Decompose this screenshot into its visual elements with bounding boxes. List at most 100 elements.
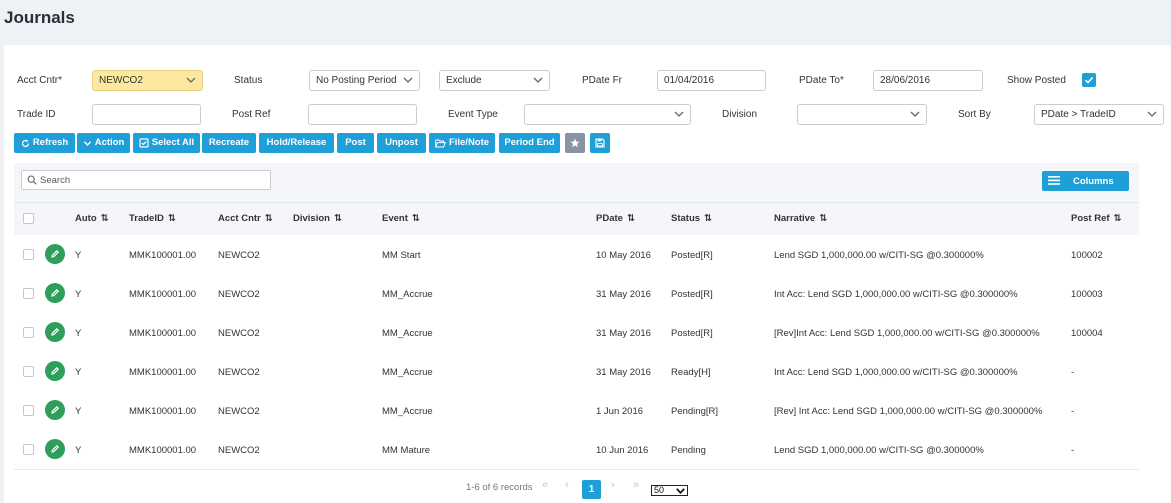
recreate-label: Recreate <box>208 137 250 148</box>
cell-post-ref: 100004 <box>1071 328 1103 339</box>
column-header-status[interactable]: Status ⇅ <box>671 213 712 224</box>
column-header-auto[interactable]: Auto ⇅ <box>75 213 109 224</box>
edit-row-button[interactable] <box>45 361 65 381</box>
column-header-division[interactable]: Division ⇅ <box>293 213 342 224</box>
chevron-down-icon <box>186 77 196 83</box>
exclude-select[interactable]: Exclude <box>439 70 550 91</box>
columns-button[interactable]: Columns <box>1042 171 1129 191</box>
division-select[interactable] <box>797 104 927 125</box>
trade-id-input[interactable] <box>92 104 201 125</box>
pencil-icon <box>51 327 60 336</box>
table-row[interactable]: Y MMK100001.00 NEWCO2 MM Mature 10 Jun 2016 P… <box>14 430 1139 470</box>
search-placeholder: Search <box>40 175 71 186</box>
file-note-button[interactable]: File/Note <box>429 133 495 153</box>
post-label: Post <box>345 137 366 148</box>
search-input[interactable]: Search <box>21 170 271 190</box>
chevron-down-icon <box>1147 111 1157 117</box>
column-header-status-label: Status <box>671 213 701 224</box>
cell-narrative: Lend SGD 1,000,000.00 w/CITI-SG @0.30000… <box>774 250 984 261</box>
table-row[interactable]: Y MMK100001.00 NEWCO2 MM_Accrue 1 Jun 2016 Pe… <box>14 391 1139 431</box>
edit-row-button[interactable] <box>45 322 65 342</box>
acct-cntr-select[interactable]: NEWCO2 <box>92 70 203 91</box>
hold-release-button[interactable]: Hold/Release <box>259 133 334 153</box>
refresh-button[interactable]: Refresh <box>14 133 75 153</box>
row-checkbox[interactable] <box>23 366 34 377</box>
action-button[interactable]: Action <box>77 133 130 153</box>
cell-pdate: 1 Jun 2016 <box>596 406 644 417</box>
column-header-narrative[interactable]: Narrative ⇅ <box>774 213 827 224</box>
select-all-label: Select All <box>151 137 195 148</box>
column-header-pdate[interactable]: PDate ⇅ <box>596 213 635 224</box>
previous-page-button[interactable]: ‹ <box>565 479 569 491</box>
column-header-pdate-label: PDate <box>596 213 623 224</box>
page-size-value: 50 <box>654 485 665 495</box>
row-checkbox[interactable] <box>23 327 34 338</box>
journals-grid: Search Columns Auto ⇅ TradeID ⇅ Acct Cntr ⇅… <box>14 163 1139 470</box>
exclude-value: Exclude <box>446 75 482 86</box>
column-header-post-ref-label: Post Ref <box>1071 213 1110 224</box>
period-end-button[interactable]: Period End <box>499 133 560 153</box>
page-size-select[interactable]: 50 <box>651 485 688 496</box>
edit-row-button[interactable] <box>45 244 65 264</box>
next-page-button[interactable]: › <box>611 479 615 491</box>
page-button-current[interactable]: 1 <box>582 480 601 499</box>
column-header-acct-cntr[interactable]: Acct Cntr ⇅ <box>218 213 273 224</box>
event-type-select[interactable] <box>524 104 691 125</box>
show-posted-checkbox[interactable] <box>1082 73 1096 87</box>
column-header-narrative-label: Narrative <box>774 213 816 224</box>
column-header-post-ref[interactable]: Post Ref ⇅ <box>1071 213 1122 224</box>
pdate-fr-input[interactable]: 01/04/2016 <box>657 70 766 91</box>
pdate-to-label: PDate To* <box>799 75 844 86</box>
show-posted-label: Show Posted <box>1007 75 1066 86</box>
row-checkbox[interactable] <box>23 405 34 416</box>
cell-event: MM_Accrue <box>382 289 433 300</box>
cell-pdate: 10 Jun 2016 <box>596 445 649 456</box>
cell-trade-id: MMK100001.00 <box>129 445 197 456</box>
cell-narrative: [Rev]Int Acc: Lend SGD 1,000,000.00 w/CI… <box>774 328 1040 339</box>
recreate-button[interactable]: Recreate <box>202 133 256 153</box>
cell-auto: Y <box>75 250 82 261</box>
row-checkbox[interactable] <box>23 288 34 299</box>
column-header-trade-id-label: TradeID <box>129 213 164 224</box>
period-end-label: Period End <box>504 137 555 148</box>
folder-open-icon <box>435 139 446 147</box>
table-row[interactable]: Y MMK100001.00 NEWCO2 MM_Accrue 31 May 2016 P… <box>14 313 1139 353</box>
unpost-button[interactable]: Unpost <box>377 133 426 153</box>
column-header-trade-id[interactable]: TradeID ⇅ <box>129 213 176 224</box>
column-header-event[interactable]: Event ⇅ <box>382 213 420 224</box>
pencil-icon <box>51 249 60 258</box>
sort-by-select[interactable]: PDate > TradeID <box>1034 104 1164 125</box>
edit-row-button[interactable] <box>45 400 65 420</box>
cell-event: MM Start <box>382 250 421 261</box>
cell-acct-cntr: NEWCO2 <box>218 445 260 456</box>
select-all-rows-checkbox[interactable] <box>23 213 34 224</box>
cell-narrative: [Rev] Int Acc: Lend SGD 1,000,000.00 w/C… <box>774 406 1043 417</box>
first-page-button[interactable]: « <box>542 479 548 491</box>
cell-status: Posted[R] <box>671 328 713 339</box>
cell-auto: Y <box>75 406 82 417</box>
pdate-to-input[interactable]: 28/06/2016 <box>873 70 983 91</box>
favorite-button[interactable] <box>565 133 585 153</box>
status-select[interactable]: No Posting Period <box>309 70 420 91</box>
check-square-icon <box>139 138 149 148</box>
select-all-button[interactable]: Select All <box>133 133 200 153</box>
pencil-icon <box>51 405 60 414</box>
edit-row-button[interactable] <box>45 283 65 303</box>
post-ref-input[interactable] <box>308 104 417 125</box>
edit-row-button[interactable] <box>45 439 65 459</box>
cell-status: Pending[R] <box>671 406 719 417</box>
save-button[interactable] <box>590 133 610 153</box>
table-row[interactable]: Y MMK100001.00 NEWCO2 MM_Accrue 31 May 2016 P… <box>14 274 1139 314</box>
last-page-button[interactable]: » <box>633 479 639 491</box>
row-checkbox[interactable] <box>23 249 34 260</box>
cell-trade-id: MMK100001.00 <box>129 367 197 378</box>
post-button[interactable]: Post <box>337 133 374 153</box>
cell-post-ref: 100003 <box>1071 289 1103 300</box>
cell-status: Pending <box>671 445 706 456</box>
table-row[interactable]: Y MMK100001.00 NEWCO2 MM_Accrue 31 May 2016 R… <box>14 352 1139 392</box>
chevron-down-icon <box>674 111 684 117</box>
column-header-acct-cntr-label: Acct Cntr <box>218 213 261 224</box>
table-row[interactable]: Y MMK100001.00 NEWCO2 MM Start 10 May 2016 Po… <box>14 235 1139 275</box>
row-checkbox[interactable] <box>23 444 34 455</box>
refresh-label: Refresh <box>32 137 69 148</box>
